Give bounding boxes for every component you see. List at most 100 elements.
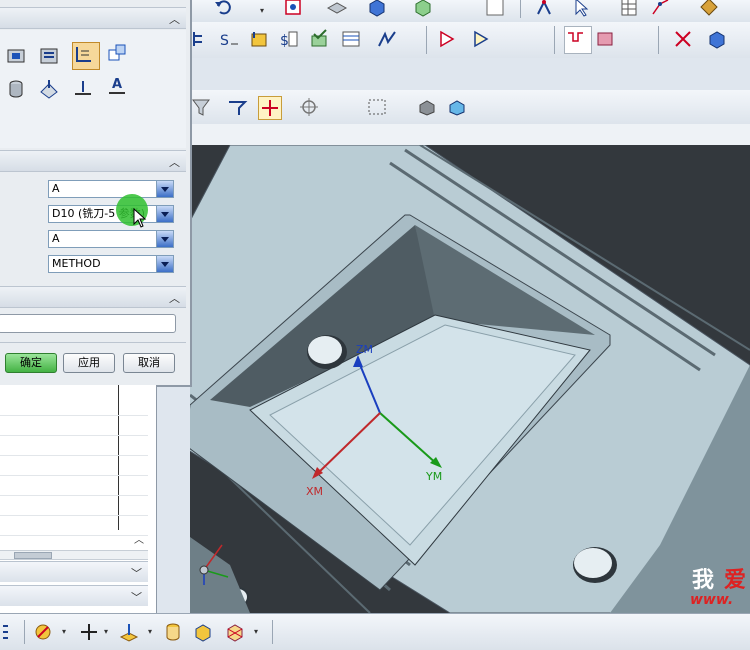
feature-icon[interactable] xyxy=(412,0,434,18)
cut-region-icon[interactable] xyxy=(672,28,694,50)
orient-icon[interactable] xyxy=(706,28,728,50)
ok-button[interactable]: 确定 xyxy=(5,353,57,373)
chevron-up-icon[interactable]: ︿ xyxy=(169,154,180,170)
plus-icon[interactable] xyxy=(78,621,100,643)
pattern-icon[interactable] xyxy=(564,26,592,54)
second-toolbar: S $ xyxy=(190,22,750,59)
geometry-select-value: A xyxy=(52,232,60,245)
ipw-icon[interactable] xyxy=(594,28,616,50)
svg-text:S: S xyxy=(220,33,229,49)
name-input[interactable] xyxy=(0,314,176,333)
chevron-up-icon[interactable]: ︿ xyxy=(169,11,180,27)
subtype-icons: A xyxy=(0,30,186,148)
surface-mill-icon[interactable] xyxy=(38,78,60,100)
axis-label-zm: ZM xyxy=(356,343,374,356)
table-icon[interactable] xyxy=(618,0,640,18)
tool-select[interactable]: D10 (铣刀-5 参数) xyxy=(48,205,174,223)
replay-icon[interactable] xyxy=(470,28,492,50)
operation-dialog: ︿ A ︿ A D10 (铣刀-5 参数) A METHOD ︿ 确定 应用 取… xyxy=(0,0,192,387)
csys-icon[interactable] xyxy=(32,621,54,643)
point-icon[interactable] xyxy=(258,96,282,120)
scroll-up-icon[interactable]: ︿ xyxy=(132,531,146,546)
list-item[interactable] xyxy=(0,435,148,456)
geometry-select[interactable]: A xyxy=(48,230,174,248)
locate-icon[interactable] xyxy=(298,96,320,118)
select-box-icon[interactable] xyxy=(366,96,388,118)
shop-doc-icon[interactable] xyxy=(340,28,362,50)
horizontal-scrollbar[interactable] xyxy=(0,550,148,560)
mouse-cursor-icon xyxy=(133,207,147,231)
chevron-down-icon[interactable] xyxy=(156,206,173,222)
svg-text:$: $ xyxy=(280,33,289,49)
details-panel-header[interactable]: ﹀ xyxy=(0,561,148,582)
layer-icon[interactable] xyxy=(326,0,348,18)
verify-icon[interactable] xyxy=(308,28,330,50)
assembly-icon[interactable] xyxy=(224,621,246,643)
post-process-icon[interactable]: $ xyxy=(278,28,300,50)
undo-icon[interactable] xyxy=(212,0,234,18)
block-icon[interactable] xyxy=(192,621,214,643)
display-path-icon[interactable] xyxy=(376,28,398,50)
chevron-down-icon[interactable]: ﹀ xyxy=(131,565,142,581)
program-select[interactable]: A xyxy=(48,180,174,198)
arrow-select-icon[interactable] xyxy=(570,0,592,18)
chevron-down-icon[interactable] xyxy=(156,181,173,197)
chevron-down-icon[interactable] xyxy=(156,231,173,247)
apply-button[interactable]: 应用 xyxy=(63,353,115,373)
part-model xyxy=(190,145,750,613)
cancel-button[interactable]: 取消 xyxy=(123,353,175,373)
section-header-top[interactable]: ︿ xyxy=(0,7,186,29)
dependencies-panel-header[interactable]: ﹀ xyxy=(0,585,148,606)
axis-label-xm: XM xyxy=(306,485,324,498)
section-header-location[interactable]: ︿ xyxy=(0,150,186,172)
graphics-viewport[interactable]: ZM YM XM 我 爱 www. xyxy=(190,145,750,613)
watermark-char: 我 xyxy=(692,568,715,593)
navigator-panel: ︿ ﹀ ﹀ xyxy=(0,385,157,613)
chevron-down-icon[interactable]: ﹀ xyxy=(131,589,142,605)
toolbar-gap xyxy=(190,124,750,146)
list-item[interactable] xyxy=(0,415,148,436)
generate-icon[interactable] xyxy=(436,28,458,50)
list-item[interactable] xyxy=(0,515,148,536)
color-box-icon[interactable] xyxy=(484,0,506,18)
operation-nav-icon[interactable] xyxy=(190,28,212,50)
chevron-up-icon[interactable]: ︿ xyxy=(169,290,180,306)
list-item[interactable] xyxy=(0,475,148,496)
list-item[interactable] xyxy=(0,495,148,516)
list-item[interactable] xyxy=(0,395,148,416)
watermark-url: www. xyxy=(690,592,734,608)
scrollbar-thumb[interactable] xyxy=(14,552,52,559)
menu-icon[interactable] xyxy=(0,621,22,643)
pocket-icon[interactable] xyxy=(5,44,27,66)
sequence-icon[interactable]: S xyxy=(218,28,240,50)
wcs-icon[interactable] xyxy=(534,0,556,18)
corner-icon[interactable] xyxy=(106,42,128,64)
section-header-name[interactable]: ︿ xyxy=(0,286,186,308)
zlevel-icon[interactable] xyxy=(38,44,60,66)
snap-icon[interactable] xyxy=(226,96,248,118)
plane-mill-icon[interactable] xyxy=(72,78,94,100)
profile-icon[interactable] xyxy=(72,42,100,70)
snap-point-icon[interactable] xyxy=(282,0,304,18)
solid-box-icon[interactable] xyxy=(366,0,388,18)
cylinder-icon[interactable] xyxy=(162,621,184,643)
dialog-divider xyxy=(0,342,186,343)
shaded-icon[interactable] xyxy=(416,96,438,118)
tool-path-icon[interactable] xyxy=(248,28,270,50)
chevron-down-icon[interactable] xyxy=(156,256,173,272)
filter-icon[interactable] xyxy=(190,96,212,118)
text-mill-icon[interactable]: A xyxy=(106,74,128,96)
svg-text:A: A xyxy=(112,77,122,92)
watermark: 我 爱 www. xyxy=(690,562,750,612)
analysis-icon[interactable] xyxy=(698,0,720,18)
cylinder-mill-icon[interactable] xyxy=(5,78,27,100)
curve-icon[interactable] xyxy=(650,0,672,18)
method-select[interactable]: METHOD xyxy=(48,255,174,273)
wireframe-icon[interactable] xyxy=(446,96,468,118)
selection-toolbar xyxy=(190,90,750,125)
bottom-toolbar: ▾ ▾ ▾ ▾ xyxy=(0,613,750,650)
method-select-value: METHOD xyxy=(52,257,101,270)
datum-icon[interactable] xyxy=(118,621,140,643)
watermark-char-2: 爱 xyxy=(724,568,747,593)
list-item[interactable] xyxy=(0,455,148,476)
